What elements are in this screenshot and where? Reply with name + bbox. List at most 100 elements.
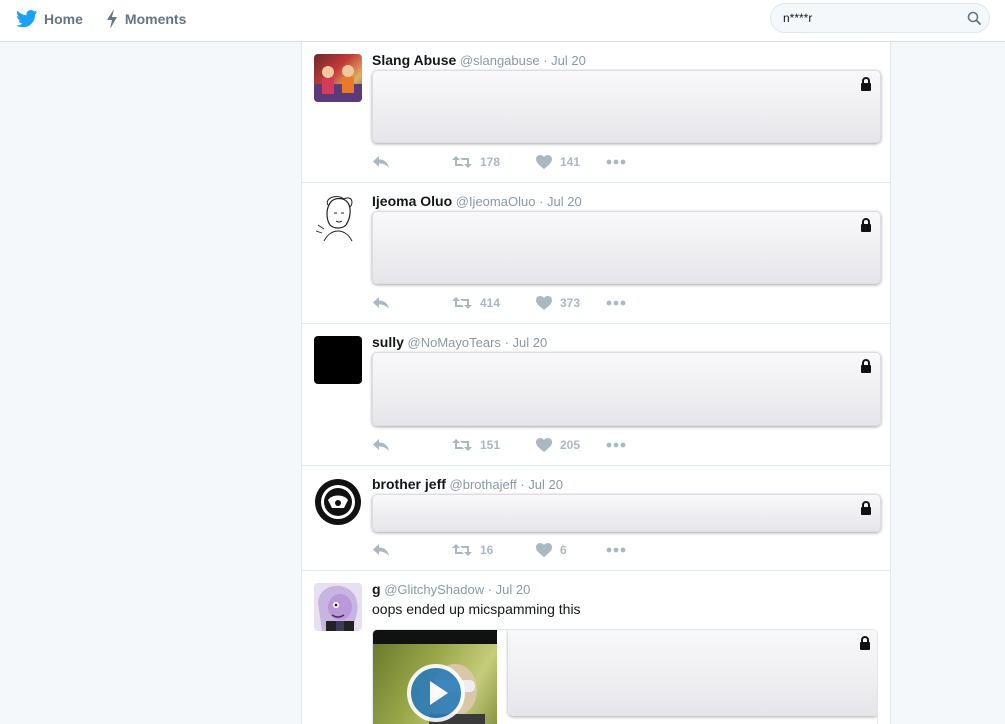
video-thumbnail[interactable] — [373, 630, 497, 724]
more-dots-icon — [606, 300, 626, 306]
twitter-bird-icon — [16, 10, 38, 28]
like-button[interactable]: 205 — [536, 438, 606, 452]
protected-card[interactable] — [372, 352, 881, 426]
like-button[interactable]: 373 — [536, 296, 606, 310]
media-container — [372, 629, 878, 724]
more-button[interactable] — [606, 547, 626, 553]
tweet-author-name[interactable]: g — [372, 581, 381, 597]
more-button[interactable] — [606, 159, 626, 165]
nav-links: Home Moments — [16, 0, 208, 38]
more-dots-icon — [606, 547, 626, 553]
tweet-header: sully @NoMayoTears · Jul 20 — [372, 334, 547, 350]
tweet-author-name[interactable]: Slang Abuse — [372, 52, 456, 68]
more-dots-icon — [606, 159, 626, 165]
like-count: 205 — [560, 438, 581, 452]
timeline: Slang Abuse @slangabuse · Jul 20 178 141 — [301, 42, 891, 724]
heart-icon — [536, 155, 552, 169]
lock-icon — [861, 77, 871, 91]
reply-icon — [373, 297, 389, 309]
search-input[interactable] — [771, 4, 951, 32]
tweet[interactable]: brother jeff @brothajeff · Jul 20 16 6 — [302, 466, 890, 571]
protected-card[interactable] — [372, 211, 881, 284]
tweet-actions: 16 6 — [372, 542, 626, 558]
nav-moments[interactable]: Moments — [105, 9, 186, 29]
retweet-count: 178 — [480, 155, 501, 169]
retweet-button[interactable]: 414 — [452, 296, 536, 310]
tweet-author-handle[interactable]: @NoMayoTears — [408, 335, 501, 350]
reply-icon — [373, 156, 389, 168]
protected-card[interactable] — [508, 630, 877, 716]
protected-card[interactable] — [372, 494, 881, 532]
tweet-author-name[interactable]: Ijeoma Oluo — [372, 193, 452, 209]
tweet-header: Ijeoma Oluo @IjeomaOluo · Jul 20 — [372, 193, 582, 209]
tweet-date[interactable]: · Jul 20 — [520, 477, 563, 492]
tweet-author-handle[interactable]: @IjeomaOluo — [456, 194, 536, 209]
protected-card[interactable] — [372, 70, 881, 143]
tweet[interactable]: sully @NoMayoTears · Jul 20 151 205 — [302, 324, 890, 466]
retweet-button[interactable]: 178 — [452, 155, 536, 169]
reply-button[interactable] — [372, 543, 452, 557]
tweet-date[interactable]: · Jul 20 — [539, 194, 582, 209]
like-count: 6 — [560, 543, 567, 557]
tweet-author-handle[interactable]: @GlitchyShadow — [384, 582, 484, 597]
like-count: 141 — [560, 155, 581, 169]
search-icon[interactable] — [967, 11, 981, 25]
reply-button[interactable] — [372, 155, 452, 169]
retweet-button[interactable]: 16 — [452, 543, 536, 557]
lightning-icon — [106, 9, 117, 29]
top-navigation-bar: Home Moments — [0, 0, 1005, 42]
heart-icon — [536, 438, 552, 452]
heart-icon — [536, 296, 552, 310]
tweet[interactable]: Slang Abuse @slangabuse · Jul 20 178 141 — [302, 42, 890, 183]
more-button[interactable] — [606, 442, 626, 448]
lock-icon — [860, 636, 870, 650]
tweet-author-name[interactable]: brother jeff — [372, 476, 446, 492]
lock-icon — [861, 501, 871, 515]
tweet[interactable]: Ijeoma Oluo @IjeomaOluo · Jul 20 414 373 — [302, 183, 890, 324]
tweet-header: Slang Abuse @slangabuse · Jul 20 — [372, 52, 586, 68]
avatar-sketch-icon — [315, 196, 353, 242]
avatar-logo-icon — [315, 479, 361, 525]
reply-icon — [373, 439, 389, 451]
nav-home[interactable]: Home — [16, 10, 83, 28]
like-count: 373 — [560, 296, 581, 310]
tweet-author-handle[interactable]: @brothajeff — [450, 477, 517, 492]
retweet-button[interactable]: 151 — [452, 438, 536, 452]
tweet-text: oops ended up micspamming this — [372, 601, 581, 617]
avatar-cartoon-icon — [318, 585, 358, 631]
avatar[interactable] — [314, 54, 362, 102]
reply-button[interactable] — [372, 296, 452, 310]
nav-moments-label: Moments — [124, 11, 187, 27]
tweet-date[interactable]: · Jul 20 — [543, 53, 586, 68]
avatar[interactable] — [314, 478, 362, 526]
tweet-author-name[interactable]: sully — [372, 334, 404, 350]
tweet-header: g @GlitchyShadow · Jul 20 — [372, 581, 530, 597]
retweet-count: 16 — [480, 543, 494, 557]
avatar-photo-icon — [314, 65, 362, 102]
tweet-header: brother jeff @brothajeff · Jul 20 — [372, 476, 563, 492]
reply-button[interactable] — [372, 438, 452, 452]
retweet-icon — [452, 156, 472, 168]
tweet-actions: 414 373 — [372, 295, 626, 311]
heart-icon — [536, 543, 552, 557]
retweet-count: 414 — [480, 296, 501, 310]
reply-icon — [373, 544, 389, 556]
search-box — [770, 3, 990, 33]
like-button[interactable]: 6 — [536, 543, 606, 557]
tweet-author-handle[interactable]: @slangabuse — [460, 53, 540, 68]
play-icon — [430, 681, 448, 705]
tweet-actions: 151 205 — [372, 437, 626, 453]
nav-home-label: Home — [44, 11, 83, 27]
like-button[interactable]: 141 — [536, 155, 606, 169]
tweet-date[interactable]: · Jul 20 — [505, 335, 548, 350]
play-button[interactable] — [407, 664, 465, 722]
more-button[interactable] — [606, 300, 626, 306]
avatar[interactable] — [314, 195, 362, 243]
tweet[interactable]: g @GlitchyShadow · Jul 20 oops ended up … — [302, 571, 890, 724]
avatar[interactable] — [314, 583, 362, 631]
retweet-icon — [452, 439, 472, 451]
retweet-icon — [452, 544, 472, 556]
tweet-date[interactable]: · Jul 20 — [488, 582, 531, 597]
tweet-actions: 178 141 — [372, 154, 626, 170]
avatar[interactable] — [314, 336, 362, 384]
